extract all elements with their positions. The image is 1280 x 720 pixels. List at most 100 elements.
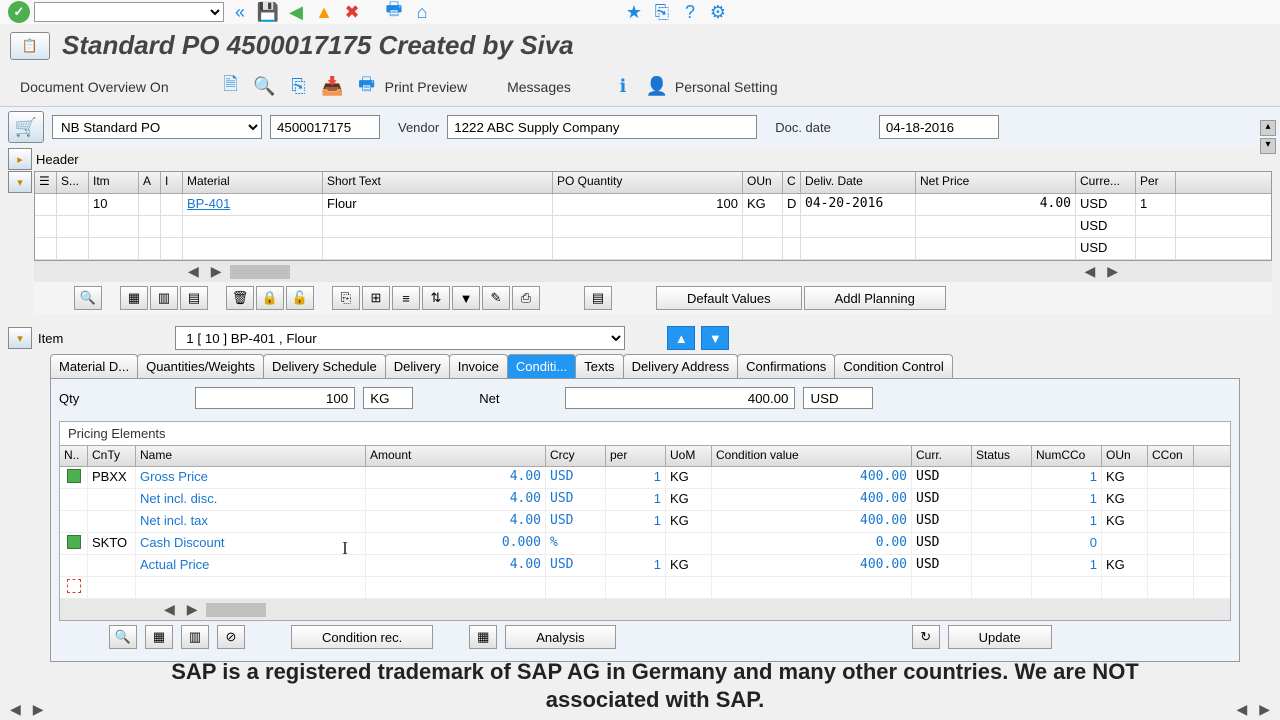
tool-btn[interactable]: ▥ — [181, 625, 209, 649]
filter-icon[interactable]: ▼ — [452, 286, 480, 310]
nav-left-icon[interactable]: ◀ — [184, 263, 203, 280]
items-row[interactable]: USD — [35, 238, 1271, 260]
pricing-row[interactable]: SKTOCash Discount0.000%0.00USD0 — [60, 533, 1230, 555]
nav-right-icon[interactable]: ▶ — [183, 601, 202, 618]
back-icon[interactable]: « — [228, 0, 252, 24]
items-row[interactable]: 10 BP-401 Flour 100 KG D 04-20-2016 4.00… — [35, 194, 1271, 216]
tab-delivery-address[interactable]: Delivery Address — [623, 354, 739, 378]
col-s[interactable]: S... — [57, 172, 89, 193]
find-icon[interactable]: ⌂ — [410, 0, 434, 24]
pricing-row[interactable]: PBXXGross Price4.00USD1KG400.00USD1KG — [60, 467, 1230, 489]
save-icon[interactable]: 💾 — [256, 0, 280, 24]
nav-right-icon[interactable]: ▶ — [207, 263, 226, 280]
exit-icon[interactable]: ▲ — [312, 0, 336, 24]
update-icon[interactable]: ↻ — [912, 625, 940, 649]
tab-confirmations[interactable]: Confirmations — [737, 354, 835, 378]
default-values-button[interactable]: Default Values — [656, 286, 802, 310]
col-net-price[interactable]: Net Price — [916, 172, 1076, 193]
nav-right2-icon[interactable]: ▶ — [1103, 263, 1122, 280]
print-icon[interactable]: 🖶 — [382, 0, 406, 24]
messages-button[interactable]: Messages — [507, 79, 571, 95]
copy-icon[interactable]: ⎘ — [332, 286, 360, 310]
pricing-row[interactable]: Net incl. tax4.00USD1KG400.00USD1KG — [60, 511, 1230, 533]
personal-setting-button[interactable]: 👤 Personal Setting — [645, 75, 778, 99]
tab-conditions[interactable]: Conditi... — [507, 354, 576, 378]
cancel-icon[interactable]: ✖ — [340, 0, 364, 24]
col-oun[interactable]: OUn — [743, 172, 783, 193]
analysis-icon[interactable]: ▦ — [469, 625, 497, 649]
item-up-icon[interactable]: ▲ — [667, 326, 695, 350]
tool-btn[interactable]: ≡ — [392, 286, 420, 310]
items-row[interactable]: USD — [35, 216, 1271, 238]
detail-icon[interactable]: 🔍 — [74, 286, 102, 310]
col-per[interactable]: Per — [1136, 172, 1176, 193]
nav-left-icon[interactable]: ◀ — [1232, 701, 1251, 718]
tool-btn[interactable]: ⎙ — [512, 286, 540, 310]
header-collapse-icon[interactable]: ▸ — [8, 148, 32, 170]
doc-overview-button[interactable]: Document Overview On — [20, 79, 169, 95]
delete-icon[interactable]: 🗑 — [226, 286, 254, 310]
update-button[interactable]: Update — [948, 625, 1052, 649]
tool-btn[interactable]: ▦ — [145, 625, 173, 649]
col-curr[interactable]: Curre... — [1076, 172, 1136, 193]
col-select[interactable]: ☰ — [35, 172, 57, 193]
net-field[interactable] — [565, 387, 795, 409]
col-po-qty[interactable]: PO Quantity — [553, 172, 743, 193]
addl-planning-button[interactable]: Addl Planning — [804, 286, 946, 310]
sort-icon[interactable]: ⇅ — [422, 286, 450, 310]
col-deliv[interactable]: Deliv. Date — [801, 172, 916, 193]
nav-left2-icon[interactable]: ◀ — [1080, 263, 1099, 280]
nav-right-icon[interactable]: ▶ — [1255, 701, 1274, 718]
session-icon[interactable]: ⎘ — [650, 0, 674, 24]
net-curr-field[interactable] — [803, 387, 873, 409]
tab-invoice[interactable]: Invoice — [449, 354, 508, 378]
back-green-icon[interactable]: ◀ — [284, 0, 308, 24]
other-po-icon[interactable]: 🔍 — [253, 75, 277, 99]
col-material[interactable]: Material — [183, 172, 323, 193]
nav-scrollbar[interactable] — [230, 265, 290, 279]
po-number-field[interactable] — [270, 115, 380, 139]
title-icon[interactable]: 📋 — [10, 32, 50, 60]
analysis-button[interactable]: Analysis — [505, 625, 615, 649]
settings-icon[interactable]: ⚙ — [706, 0, 730, 24]
tab-texts[interactable]: Texts — [575, 354, 623, 378]
info-icon[interactable]: ℹ — [611, 75, 635, 99]
tool-btn[interactable]: ⊘ — [217, 625, 245, 649]
print-preview-button[interactable]: 🖶 Print Preview — [355, 75, 467, 99]
cart-icon[interactable]: 🛒 — [8, 111, 44, 143]
lock-icon[interactable]: 🔒 — [256, 286, 284, 310]
item-collapse-icon[interactable]: ▾ — [8, 327, 32, 349]
tab-delivery-schedule[interactable]: Delivery Schedule — [263, 354, 386, 378]
col-i[interactable]: I — [161, 172, 183, 193]
help-icon[interactable]: ? — [678, 0, 702, 24]
vendor-field[interactable] — [447, 115, 757, 139]
nav-scrollbar[interactable] — [206, 603, 266, 617]
qty-field[interactable] — [195, 387, 355, 409]
tool-btn[interactable]: ⊞ — [362, 286, 390, 310]
col-itm[interactable]: Itm — [89, 172, 139, 193]
copy-icon[interactable]: ⎘ — [287, 75, 311, 99]
command-field[interactable] — [34, 2, 224, 22]
po-type-select[interactable]: NB Standard PO — [52, 115, 262, 139]
col-short-text[interactable]: Short Text — [323, 172, 553, 193]
col-a[interactable]: A — [139, 172, 161, 193]
tab-condition-control[interactable]: Condition Control — [834, 354, 952, 378]
qty-unit-field[interactable] — [363, 387, 413, 409]
create-icon[interactable]: 🗎 — [219, 75, 243, 99]
pricing-row[interactable]: Actual Price4.00USD1KG400.00USD1KG — [60, 555, 1230, 577]
tool-btn[interactable]: ▤ — [584, 286, 612, 310]
tab-delivery[interactable]: Delivery — [385, 354, 450, 378]
detail-icon[interactable]: 🔍 — [109, 625, 137, 649]
nav-right-icon[interactable]: ▶ — [29, 701, 48, 718]
condition-rec-button[interactable]: Condition rec. — [291, 625, 433, 649]
scroll-down-icon[interactable]: ▾ — [1260, 138, 1276, 154]
tool-btn[interactable]: ▤ — [180, 286, 208, 310]
doc-date-field[interactable] — [879, 115, 999, 139]
tab-quantities[interactable]: Quantities/Weights — [137, 354, 264, 378]
nav-left-icon[interactable]: ◀ — [160, 601, 179, 618]
scroll-up-icon[interactable]: ▴ — [1260, 120, 1276, 136]
tool-btn[interactable]: ✎ — [482, 286, 510, 310]
tab-material[interactable]: Material D... — [50, 354, 138, 378]
items-collapse-icon[interactable]: ▾ — [8, 171, 32, 193]
nav-left-icon[interactable]: ◀ — [6, 701, 25, 718]
